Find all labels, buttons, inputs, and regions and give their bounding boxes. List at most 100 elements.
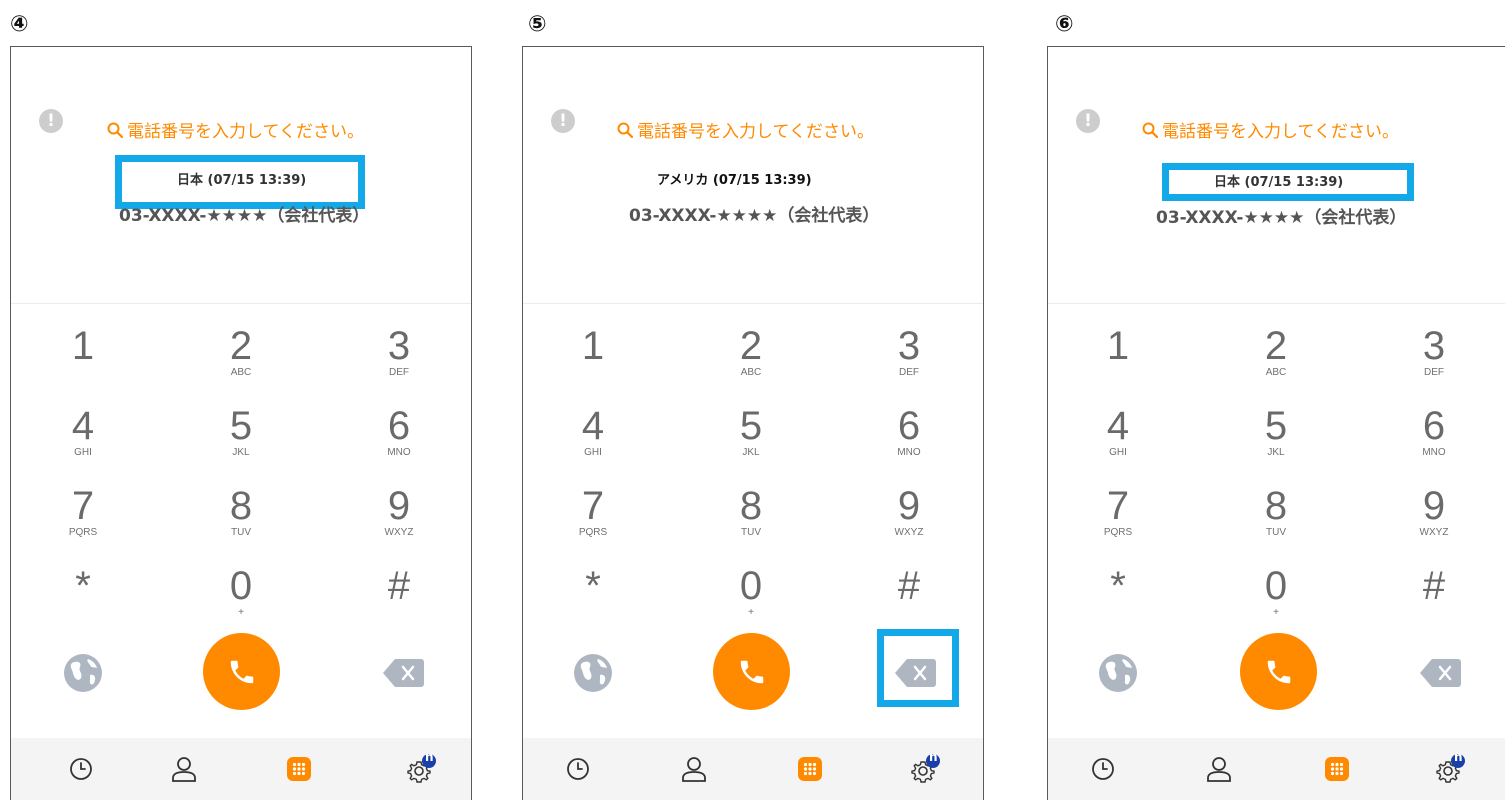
key-6[interactable]: 6 MNO (359, 405, 439, 459)
backspace-icon[interactable] (1418, 657, 1462, 689)
key-0[interactable]: 0 + (201, 565, 281, 619)
key-9[interactable]: 9 WXYZ (1394, 485, 1474, 539)
key-6[interactable]: 6 MNO (869, 405, 949, 459)
key-hash[interactable]: # (359, 565, 439, 607)
dialed-number: 03-XXXX-★★★★（会社代表） (1156, 208, 1407, 228)
key-4[interactable]: 4 GHI (1078, 405, 1158, 459)
nav-dialpad[interactable] (284, 754, 314, 784)
step-number: ⑤ (528, 12, 547, 37)
nav-dialpad[interactable] (795, 754, 825, 784)
key-2[interactable]: 2 ABC (711, 325, 791, 379)
key-5[interactable]: 5 JKL (711, 405, 791, 459)
key-hash[interactable]: # (1394, 565, 1474, 607)
key-star[interactable]: * (43, 565, 123, 607)
dialpad-icon (287, 757, 311, 781)
key-5[interactable]: 5 JKL (1236, 405, 1316, 459)
divider (1048, 303, 1505, 304)
globe-icon[interactable] (573, 653, 613, 693)
key-1[interactable]: 1 (553, 325, 633, 367)
prompt-text: 電話番号を入力してください。 (127, 122, 364, 142)
contacts-icon (172, 757, 196, 782)
key-4[interactable]: 4 GHI (43, 405, 123, 459)
search-icon (107, 122, 123, 138)
key-7[interactable]: 7 PQRS (43, 485, 123, 539)
key-6[interactable]: 6 MNO (1394, 405, 1474, 459)
key-8[interactable]: 8 TUV (711, 485, 791, 539)
phone-screen: ! 電話番号を入力してください。 日本 (07/15 13:39) 03-XXX… (10, 46, 472, 800)
backspace-icon[interactable] (893, 657, 937, 689)
key-star[interactable]: * (1078, 565, 1158, 607)
bottom-nav-bar: n (1048, 738, 1505, 800)
key-8[interactable]: 8 TUV (201, 485, 281, 539)
warning-icon: ! (551, 109, 575, 133)
nav-contacts[interactable] (1204, 754, 1234, 784)
phone-screen: ! 電話番号を入力してください。 アメリカ (07/15 13:39) 03-X… (522, 46, 984, 800)
location-time[interactable]: 日本 (07/15 13:39) (177, 169, 306, 188)
backspace-icon[interactable] (381, 657, 425, 689)
key-7[interactable]: 7 PQRS (553, 485, 633, 539)
key-3[interactable]: 3 DEF (1394, 325, 1474, 379)
nav-history[interactable] (66, 754, 96, 784)
step-number: ⑥ (1055, 12, 1074, 37)
nav-settings[interactable]: n (399, 750, 443, 784)
globe-icon[interactable] (1098, 653, 1138, 693)
key-4[interactable]: 4 GHI (553, 405, 633, 459)
location-time[interactable]: 日本 (07/15 13:39) (1214, 171, 1343, 190)
search-icon (1142, 122, 1158, 138)
key-2[interactable]: 2 ABC (201, 325, 281, 379)
phone-icon (1267, 660, 1290, 683)
search-icon (617, 122, 633, 138)
key-2[interactable]: 2 ABC (1236, 325, 1316, 379)
history-icon (1092, 758, 1114, 780)
bottom-nav-bar: n (523, 738, 983, 800)
dialed-number: 03-XXXX-★★★★（会社代表） (629, 206, 880, 226)
dialpad-icon (798, 757, 822, 781)
key-1[interactable]: 1 (1078, 325, 1158, 367)
phone-prompt: 電話番号を入力してください。 (617, 117, 874, 142)
key-1[interactable]: 1 (43, 325, 123, 367)
nav-settings[interactable]: n (903, 750, 947, 784)
key-3[interactable]: 3 DEF (869, 325, 949, 379)
key-9[interactable]: 9 WXYZ (869, 485, 949, 539)
nav-history[interactable] (1088, 754, 1118, 784)
key-7[interactable]: 7 PQRS (1078, 485, 1158, 539)
phone-icon (740, 660, 763, 683)
phone-prompt: 電話番号を入力してください。 (107, 117, 364, 142)
warning-icon: ! (1076, 109, 1100, 133)
history-icon (70, 758, 92, 780)
key-hash[interactable]: # (869, 565, 949, 607)
prompt-text: 電話番号を入力してください。 (637, 122, 874, 142)
divider (523, 303, 983, 304)
key-8[interactable]: 8 TUV (1236, 485, 1316, 539)
nav-dialpad[interactable] (1322, 754, 1352, 784)
globe-icon[interactable] (63, 653, 103, 693)
step-number: ④ (10, 12, 29, 37)
history-icon (567, 758, 589, 780)
dialed-number: 03-XXXX-★★★★（会社代表） (119, 206, 370, 226)
notification-badge: n (425, 750, 434, 764)
nav-history[interactable] (563, 754, 593, 784)
key-star[interactable]: * (553, 565, 633, 607)
dialpad-icon (1325, 757, 1349, 781)
phone-screen: ! 電話番号を入力してください。 日本 (07/15 13:39) 03-XXX… (1047, 46, 1505, 800)
nav-settings[interactable]: n (1428, 750, 1472, 784)
key-0[interactable]: 0 + (711, 565, 791, 619)
key-0[interactable]: 0 + (1236, 565, 1316, 619)
key-3[interactable]: 3 DEF (359, 325, 439, 379)
phone-prompt: 電話番号を入力してください。 (1142, 117, 1399, 142)
warning-icon: ! (39, 109, 63, 133)
prompt-text: 電話番号を入力してください。 (1162, 122, 1399, 142)
contacts-icon (1207, 757, 1231, 782)
key-9[interactable]: 9 WXYZ (359, 485, 439, 539)
call-button[interactable] (713, 633, 790, 710)
phone-icon (230, 660, 253, 683)
contacts-icon (682, 757, 706, 782)
nav-contacts[interactable] (679, 754, 709, 784)
nav-contacts[interactable] (169, 754, 199, 784)
call-button[interactable] (203, 633, 280, 710)
location-time[interactable]: アメリカ (07/15 13:39) (657, 169, 812, 188)
key-5[interactable]: 5 JKL (201, 405, 281, 459)
call-button[interactable] (1240, 633, 1317, 710)
bottom-nav-bar: n (11, 738, 471, 800)
notification-badge: n (1454, 750, 1463, 764)
